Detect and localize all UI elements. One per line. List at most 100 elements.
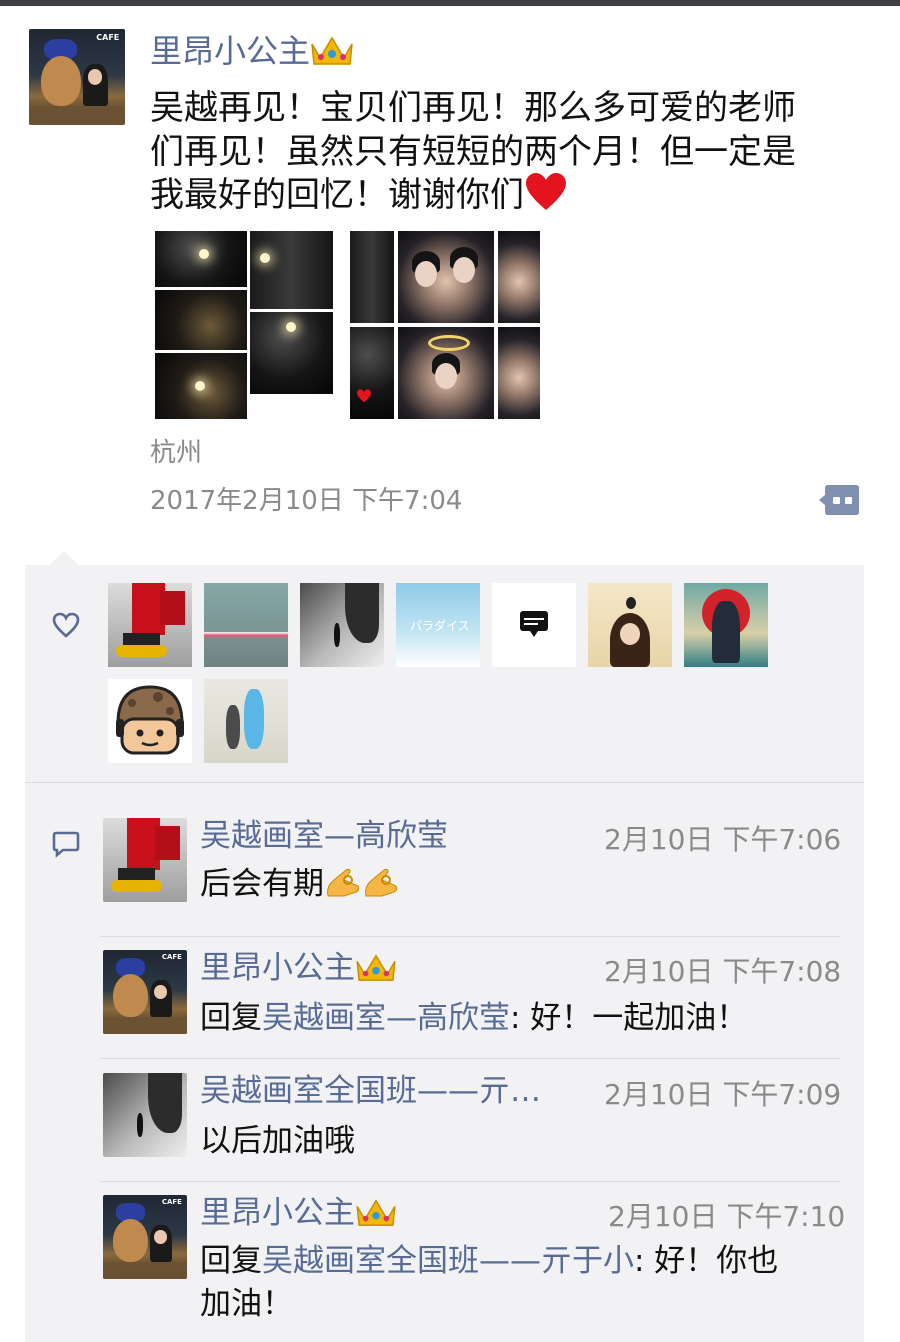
top-status-strip	[0, 0, 900, 6]
comment-2-text: 回复吴越画室—高欣莹: 好！一起加油！	[200, 998, 747, 1038]
halo-ring	[428, 335, 470, 351]
crown-icon	[311, 36, 353, 65]
post-timestamp: 2017年2月10日 下午7:04	[150, 486, 463, 516]
sole	[116, 645, 167, 657]
light-dot	[199, 249, 209, 259]
collage-1-tile-c	[155, 290, 247, 350]
post-author-name[interactable]: 里昂小公主	[150, 31, 354, 71]
comment-4-author[interactable]: 里昂小公主	[200, 1193, 397, 1233]
crown-icon	[356, 1199, 396, 1226]
collage-1-tile-a	[155, 231, 247, 287]
sock	[118, 868, 156, 881]
collage-2-tile-e	[398, 327, 494, 419]
tree	[345, 583, 379, 644]
girl-face	[87, 69, 102, 85]
desk	[103, 1017, 187, 1034]
girl-face	[154, 1230, 167, 1244]
comment-4-reply-to[interactable]: 吴越画室全国班——亓于小	[262, 1243, 634, 1279]
comment-3-time: 2月10日 下午7:09	[604, 1078, 842, 1111]
bear-figure	[40, 55, 81, 106]
comment-2-body: : 好！一起加油！	[510, 1000, 748, 1036]
post-image-collage-1[interactable]	[155, 231, 333, 419]
comment-1-avatar[interactable]	[103, 818, 187, 902]
tree	[148, 1073, 182, 1134]
ok-hand-icon	[365, 868, 398, 897]
speech-bubble-logo-icon	[520, 611, 548, 637]
likes-heart-icon	[52, 612, 80, 638]
post-text-line-2: 们再见！虽然只有短短的两个月！但一定是	[150, 132, 796, 172]
bear-figure	[113, 973, 149, 1018]
post-author-label: 里昂小公主	[150, 32, 311, 70]
comment-divider	[100, 1058, 840, 1059]
collage-1-tile-d	[250, 312, 333, 394]
like-avatar-4[interactable]: パラダイス	[396, 583, 480, 667]
bird	[626, 597, 636, 609]
post-text-line-1: 吴越再见！宝贝们再见！那么多可爱的老师	[150, 88, 796, 128]
collage-2-tile-b	[398, 231, 494, 323]
person	[136, 1113, 144, 1137]
red-heart-icon	[526, 173, 566, 210]
comment-1-time: 2月10日 下午7:06	[604, 823, 842, 856]
post-location[interactable]: 杭州	[150, 436, 202, 470]
post-image-collage-2[interactable]	[350, 231, 540, 419]
comment-1-author[interactable]: 吴越画室—高欣莹	[200, 816, 448, 856]
desk	[103, 1262, 187, 1279]
figure-dark	[226, 705, 240, 749]
light-dot	[195, 381, 205, 391]
like-avatar-7[interactable]	[684, 583, 768, 667]
comment-3-avatar[interactable]	[103, 1073, 187, 1157]
collage-2-tile-c	[498, 231, 540, 323]
cafe-sign: CAFE	[161, 953, 182, 962]
face	[435, 363, 457, 389]
hero-figure	[712, 601, 740, 663]
likes-comments-divider	[25, 782, 864, 783]
comment-bubble-icon	[52, 830, 80, 858]
cafe-sign: CAFE	[96, 32, 120, 42]
collage-1-tile-b	[250, 231, 333, 309]
like-avatar-1[interactable]	[108, 583, 192, 667]
comment-divider	[100, 936, 840, 937]
bear-figure	[113, 1218, 149, 1263]
light-dot	[286, 322, 296, 332]
face	[415, 261, 437, 287]
comment-4-text-line-2: 加油！	[200, 1286, 293, 1322]
desk	[29, 105, 125, 125]
sole	[111, 880, 162, 892]
comment-2-reply-to[interactable]: 吴越画室—高欣莹	[262, 1000, 510, 1036]
collage-2-tile-a	[350, 231, 394, 323]
girl-face	[154, 985, 167, 999]
like-avatar-6[interactable]	[588, 583, 672, 667]
more-actions-button[interactable]	[818, 483, 860, 517]
post-author-avatar[interactable]: CAFE	[29, 29, 125, 125]
panel-notch	[50, 551, 78, 565]
comment-4-body: : 好！你也	[634, 1243, 779, 1279]
comment-4-author-label: 里昂小公主	[200, 1195, 355, 1231]
comment-divider	[100, 1181, 840, 1182]
comment-4-avatar[interactable]: CAFE	[103, 1195, 187, 1279]
collage-2-tile-d	[350, 327, 394, 419]
figure-blue	[244, 689, 264, 749]
comment-3-author[interactable]: 吴越画室全国班——亓…	[200, 1071, 541, 1111]
sock	[123, 633, 161, 646]
comment-4-text: 回复吴越画室全国班——亓于小: 好！你也	[200, 1241, 778, 1281]
comment-2-author[interactable]: 里昂小公主	[200, 948, 397, 988]
cafe-sign: CAFE	[161, 1198, 182, 1207]
comment-1-text-label: 后会有期	[200, 866, 324, 902]
cartoon-soldier-icon	[116, 685, 184, 755]
post-text-line-3-label: 我最好的回忆！谢谢你们	[150, 175, 524, 215]
ok-hand-icon	[327, 868, 360, 897]
like-avatar-8[interactable]	[108, 679, 192, 763]
comment-3-text: 以后加油哦	[200, 1123, 355, 1159]
like-avatar-5[interactable]	[492, 583, 576, 667]
like-avatar-9[interactable]	[204, 679, 288, 763]
comment-2-reply-prefix: 回复	[200, 1000, 262, 1036]
like-avatar-2[interactable]	[204, 583, 288, 667]
collage-1-tile-e	[155, 353, 247, 419]
comment-2-avatar[interactable]: CAFE	[103, 950, 187, 1034]
like-avatar-3[interactable]	[300, 583, 384, 667]
avatar-caption: パラダイス	[410, 619, 470, 633]
light-dot	[260, 253, 270, 263]
more-dots-icon	[819, 485, 859, 515]
post-text-line-3: 我最好的回忆！谢谢你们	[150, 172, 568, 217]
face	[453, 257, 475, 283]
